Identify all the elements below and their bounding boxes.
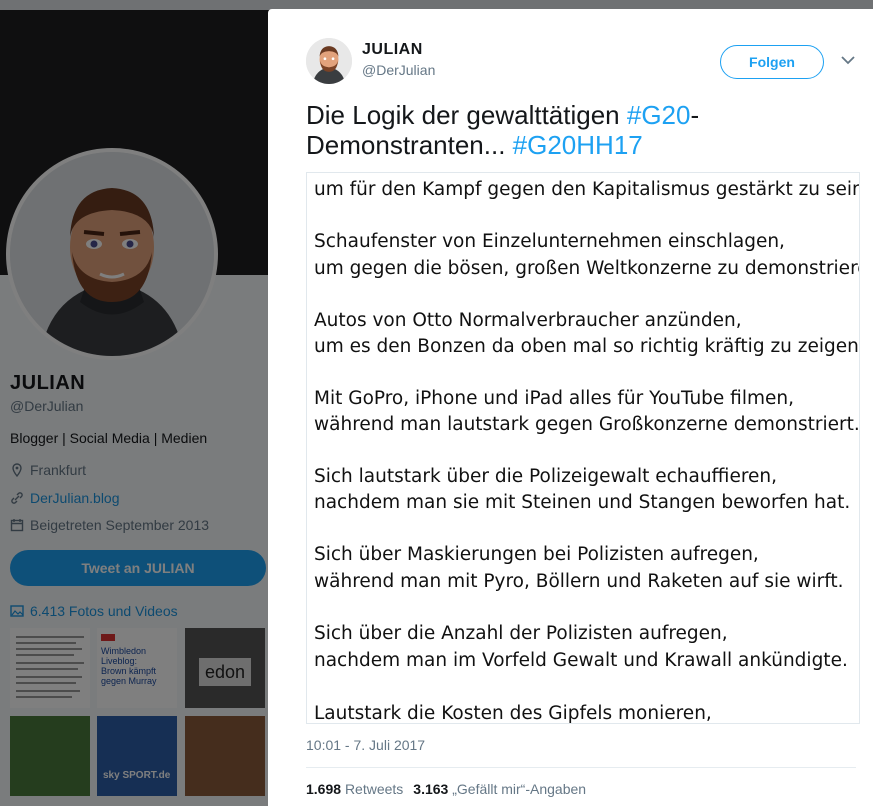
follow-button[interactable]: Folgen xyxy=(720,45,824,79)
image-text-line: Sich über Maskierungen bei Polizisten au… xyxy=(314,544,759,565)
tweet-text: Die Logik der gewalttätigen #G20- Demons… xyxy=(306,100,851,160)
divider xyxy=(306,767,856,768)
image-text-line: um gegen die bösen, großen Weltkonzerne … xyxy=(314,258,860,279)
tweet-text-part: - xyxy=(690,100,700,130)
image-text-line: Schaufenster von Einzelunternehmen einsc… xyxy=(314,231,785,252)
likes-label: „Gefällt mir“-Angaben xyxy=(452,781,587,797)
image-text-line: Autos von Otto Normalverbraucher anzünde… xyxy=(314,310,742,331)
retweets-count: 1.698 xyxy=(306,781,342,797)
image-text-line: um für den Kampf gegen den Kapitalismus … xyxy=(314,179,860,200)
avatar-illustration-icon xyxy=(306,38,352,84)
likes-stat[interactable]: 3.163 „Gefällt mir“-Angaben xyxy=(413,781,586,797)
image-text-line: während man lautstark gegen Großkonzerne… xyxy=(314,414,860,435)
chevron-down-icon[interactable] xyxy=(840,54,856,66)
image-text-line: Lautstark die Kosten des Gipfels moniere… xyxy=(314,703,712,724)
image-text-line: nachdem man im Vorfeld Gewalt und Krawal… xyxy=(314,650,848,671)
author-avatar[interactable] xyxy=(306,38,352,84)
tweet-stats: 1.698 Retweets 3.163 „Gefällt mir“-Angab… xyxy=(306,781,586,797)
tweet-timestamp[interactable]: 10:01 - 7. Juli 2017 xyxy=(306,737,425,753)
likes-count: 3.163 xyxy=(413,781,449,797)
image-text-line: während man mit Pyro, Böllern und Rakete… xyxy=(314,571,844,592)
tweet-text-part: Demonstranten... xyxy=(306,130,513,160)
author-handle[interactable]: @DerJulian xyxy=(362,62,435,78)
image-text-line: Mit GoPro, iPhone und iPad alles für You… xyxy=(314,388,794,409)
image-text-line: nachdem man sie mit Steinen und Stangen … xyxy=(314,492,851,513)
image-text-line: um es den Bonzen da oben mal so richtig … xyxy=(314,336,860,357)
retweets-stat[interactable]: 1.698 Retweets xyxy=(306,781,403,797)
hashtag-link[interactable]: #G20HH17 xyxy=(513,130,643,160)
hashtag-link[interactable]: #G20 xyxy=(627,100,691,130)
tweet-image[interactable]: um für den Kampf gegen den Kapitalismus … xyxy=(306,172,860,724)
author-name[interactable]: JULIAN xyxy=(362,41,423,59)
retweets-label: Retweets xyxy=(344,781,404,797)
image-text-line: Sich lautstark über die Polizeigewalt ec… xyxy=(314,466,778,487)
image-text-line: Sich über die Anzahl der Polizisten aufr… xyxy=(314,623,728,644)
tweet-text-part: Die Logik der gewalttätigen xyxy=(306,100,627,130)
